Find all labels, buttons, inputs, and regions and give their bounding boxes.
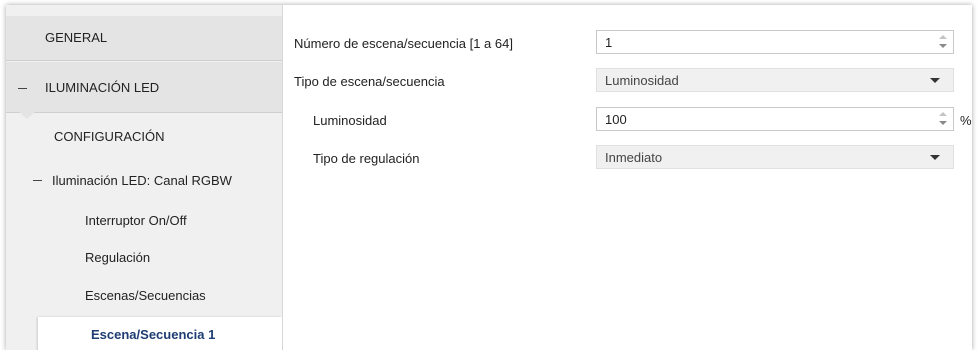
sidebar-item-led-lighting[interactable]: ILUMINACIÓN LED	[6, 62, 282, 113]
collapse-icon[interactable]	[33, 180, 42, 181]
scene-number-label: Número de escena/secuencia [1 a 64]	[294, 36, 513, 51]
regulation-type-select[interactable]: Inmediato	[596, 145, 954, 169]
sidebar: GENERAL ILUMINACIÓN LED CONFIGURACIÓN Il…	[6, 5, 283, 350]
spinner-arrows-icon[interactable]	[939, 35, 947, 49]
sidebar-item-label: ILUMINACIÓN LED	[45, 80, 160, 95]
sidebar-item-scenes[interactable]: Escenas/Secuencias	[85, 288, 206, 303]
window: GENERAL ILUMINACIÓN LED CONFIGURACIÓN Il…	[6, 5, 972, 350]
scene-number-input[interactable]: 1	[596, 30, 954, 54]
chevron-down-icon[interactable]	[930, 78, 940, 83]
sidebar-item-regulation[interactable]: Regulación	[85, 250, 150, 265]
brightness-label: Luminosidad	[313, 113, 387, 128]
brightness-input[interactable]: 100	[596, 107, 954, 131]
spinner-arrows-icon[interactable]	[939, 112, 947, 126]
collapse-icon[interactable]	[18, 88, 27, 89]
sidebar-item-label: Escena/Secuencia 1	[91, 327, 216, 342]
brightness-value: 100	[605, 112, 627, 127]
sidebar-item-configuration[interactable]: CONFIGURACIÓN	[54, 129, 165, 144]
sidebar-item-switch[interactable]: Interruptor On/Off	[85, 213, 187, 228]
percent-unit: %	[960, 113, 972, 128]
scene-type-select[interactable]: Luminosidad	[596, 68, 954, 92]
regulation-type-label: Tipo de regulación	[313, 151, 420, 166]
section-pointer	[18, 111, 36, 119]
sidebar-item-label: GENERAL	[45, 30, 108, 45]
sidebar-item-general[interactable]: GENERAL	[6, 16, 282, 61]
scene-number-value: 1	[605, 35, 613, 50]
scene-type-value: Luminosidad	[605, 73, 679, 88]
regulation-type-value: Inmediato	[605, 150, 663, 165]
sidebar-item-label: Iluminación LED: Canal RGBW	[52, 173, 232, 188]
chevron-down-icon[interactable]	[930, 155, 940, 160]
sidebar-item-scene-1[interactable]: Escena/Secuencia 1	[38, 317, 282, 350]
scene-type-label: Tipo de escena/secuencia	[294, 74, 445, 89]
parameters-panel: Número de escena/secuencia [1 a 64] 1 Ti…	[283, 5, 972, 350]
